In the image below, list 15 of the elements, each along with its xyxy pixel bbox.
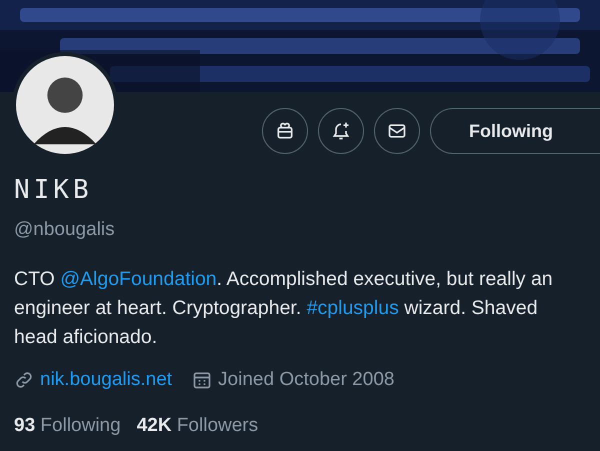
bio-link[interactable]: #cplusplus	[306, 296, 399, 318]
notification-bell-icon[interactable]	[318, 108, 364, 154]
handle: @nbougalis	[14, 218, 116, 242]
profile-stat-link[interactable]: 93 Following	[14, 412, 121, 440]
profile-stat-link[interactable]: 42K Followers	[136, 412, 258, 440]
calendar-icon	[192, 370, 212, 390]
gift-icon[interactable]	[262, 108, 308, 154]
display-name: NIKB	[14, 174, 94, 206]
mail-icon[interactable]	[374, 108, 420, 154]
bio-text: CTO @AlgoFoundation. Accomplished executive, but really an engineer at heart. Cryptographer. #cplusplus wizard. Shaved head aficionado.	[14, 266, 554, 350]
website-link[interactable]: nik.bougalis.net	[40, 366, 172, 394]
link-icon	[14, 370, 34, 390]
following-button[interactable]: Following	[430, 108, 600, 154]
joined-date: Joined October 2008	[218, 368, 394, 392]
bio-link[interactable]: @AlgoFoundation	[60, 268, 217, 290]
